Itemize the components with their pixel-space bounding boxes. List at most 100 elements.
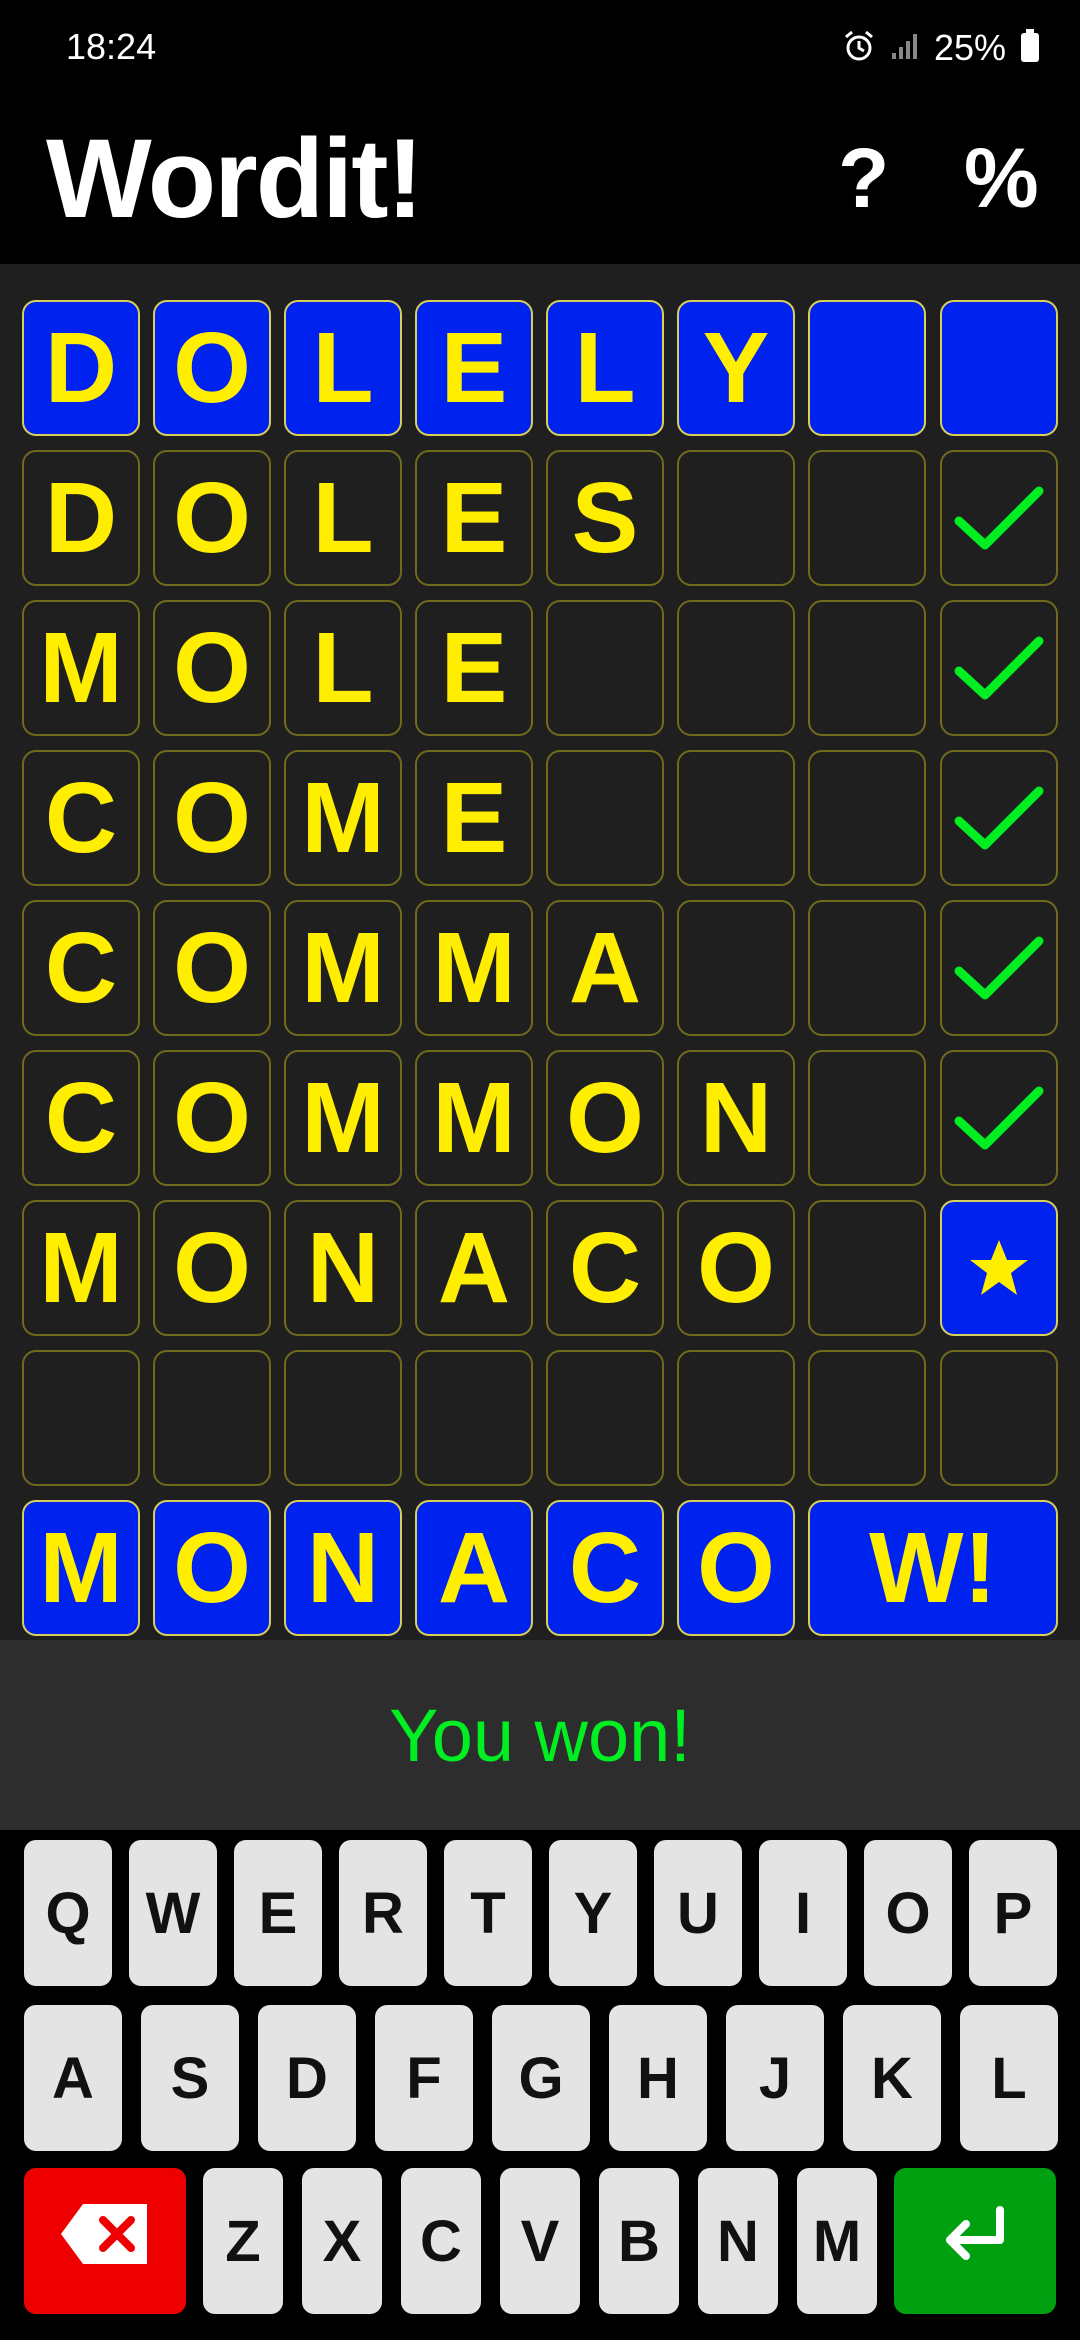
- answer-tile: A: [415, 1500, 533, 1636]
- key-o[interactable]: O: [864, 1840, 952, 1986]
- key-p[interactable]: P: [969, 1840, 1057, 1986]
- alarm-icon: [842, 29, 876, 68]
- key-w[interactable]: W: [129, 1840, 217, 1986]
- letter-tile: N: [677, 1050, 795, 1186]
- app-title: Wordit!: [46, 116, 424, 241]
- delete-key[interactable]: [24, 2168, 186, 2314]
- letter-tile: O: [153, 1200, 271, 1336]
- star-icon: [968, 1238, 1030, 1298]
- letter-tile: N: [284, 1200, 402, 1336]
- battery-icon: [1020, 28, 1040, 68]
- letter-tile: O: [153, 750, 271, 886]
- game-board: DOLELYDOLESMOLECOMECOMMACOMMONMONACOMONA…: [0, 264, 1080, 1640]
- letter-tile: C: [22, 900, 140, 1036]
- result-tile: [940, 750, 1058, 886]
- help-button[interactable]: ?: [838, 130, 889, 227]
- letter-tile: M: [22, 600, 140, 736]
- key-c[interactable]: C: [401, 2168, 481, 2314]
- app-header: Wordit! ? %: [0, 100, 1080, 264]
- letter-tile: O: [153, 600, 271, 736]
- letter-tile: C: [22, 750, 140, 886]
- result-tile: [940, 900, 1058, 1036]
- key-x[interactable]: X: [302, 2168, 382, 2314]
- letter-tile: [153, 1350, 271, 1486]
- letter-tile: C: [22, 1050, 140, 1186]
- key-k[interactable]: K: [843, 2005, 941, 2151]
- letter-tile: [677, 1350, 795, 1486]
- key-s[interactable]: S: [141, 2005, 239, 2151]
- letter-tile: A: [415, 1200, 533, 1336]
- letter-tile: [284, 1350, 402, 1486]
- letter-tile: [808, 1200, 926, 1336]
- letter-tile: A: [546, 900, 664, 1036]
- letter-tile: S: [546, 450, 664, 586]
- key-f[interactable]: F: [375, 2005, 473, 2151]
- letter-tile: L: [284, 450, 402, 586]
- letter-tile: [808, 1350, 926, 1486]
- enter-icon: [940, 2204, 1010, 2278]
- key-v[interactable]: V: [500, 2168, 580, 2314]
- key-a[interactable]: A: [24, 2005, 122, 2151]
- letter-tile: M: [22, 1200, 140, 1336]
- letter-tile: O: [153, 900, 271, 1036]
- letter-tile: [808, 900, 926, 1036]
- key-d[interactable]: D: [258, 2005, 356, 2151]
- key-l[interactable]: L: [960, 2005, 1058, 2151]
- key-j[interactable]: J: [726, 2005, 824, 2151]
- key-e[interactable]: E: [234, 1840, 322, 1986]
- check-icon: [953, 783, 1045, 853]
- key-m[interactable]: M: [797, 2168, 877, 2314]
- key-r[interactable]: R: [339, 1840, 427, 1986]
- letter-tile: [415, 1350, 533, 1486]
- backspace-icon: [59, 2202, 151, 2280]
- enter-key[interactable]: [894, 2168, 1056, 2314]
- win-message: You won!: [389, 1693, 691, 1777]
- letter-tile: [22, 1350, 140, 1486]
- result-tile: [940, 1050, 1058, 1186]
- status-time: 18:24: [66, 26, 157, 67]
- letter-tile: M: [415, 1050, 533, 1186]
- result-tile: [940, 600, 1058, 736]
- letter-tile: M: [284, 900, 402, 1036]
- answer-tile: N: [284, 1500, 402, 1636]
- letter-tile: [808, 750, 926, 886]
- letter-tile: L: [284, 600, 402, 736]
- key-n[interactable]: N: [698, 2168, 778, 2314]
- target-tile: Y: [677, 300, 795, 436]
- result-tile: [940, 450, 1058, 586]
- key-t[interactable]: T: [444, 1840, 532, 1986]
- key-u[interactable]: U: [654, 1840, 742, 1986]
- win-badge: W!: [808, 1500, 1058, 1636]
- letter-tile: O: [546, 1050, 664, 1186]
- letter-tile: [808, 450, 926, 586]
- on-screen-keyboard: QWERTYUIOP ASDFGHJKL ZXCVBNM: [0, 1830, 1080, 2340]
- target-tile: L: [284, 300, 402, 436]
- answer-tile: O: [677, 1500, 795, 1636]
- key-h[interactable]: H: [609, 2005, 707, 2151]
- letter-tile: O: [677, 1200, 795, 1336]
- letter-tile: [677, 900, 795, 1036]
- letter-tile: [808, 1050, 926, 1186]
- answer-tile: C: [546, 1500, 664, 1636]
- key-b[interactable]: B: [599, 2168, 679, 2314]
- letter-tile: [546, 1350, 664, 1486]
- letter-tile: [677, 750, 795, 886]
- key-g[interactable]: G: [492, 2005, 590, 2151]
- key-y[interactable]: Y: [549, 1840, 637, 1986]
- stats-button[interactable]: %: [964, 130, 1039, 227]
- check-icon: [953, 633, 1045, 703]
- letter-tile: [677, 450, 795, 586]
- letter-tile: [677, 600, 795, 736]
- target-tile: O: [153, 300, 271, 436]
- letter-tile: M: [284, 1050, 402, 1186]
- letter-tile: C: [546, 1200, 664, 1336]
- key-q[interactable]: Q: [24, 1840, 112, 1986]
- key-z[interactable]: Z: [203, 2168, 283, 2314]
- key-i[interactable]: I: [759, 1840, 847, 1986]
- letter-tile: O: [153, 1050, 271, 1186]
- check-icon: [953, 483, 1045, 553]
- letter-tile: [546, 750, 664, 886]
- message-bar: You won!: [0, 1640, 1080, 1830]
- battery-percent: 25%: [933, 27, 1006, 68]
- target-tile: [808, 300, 926, 436]
